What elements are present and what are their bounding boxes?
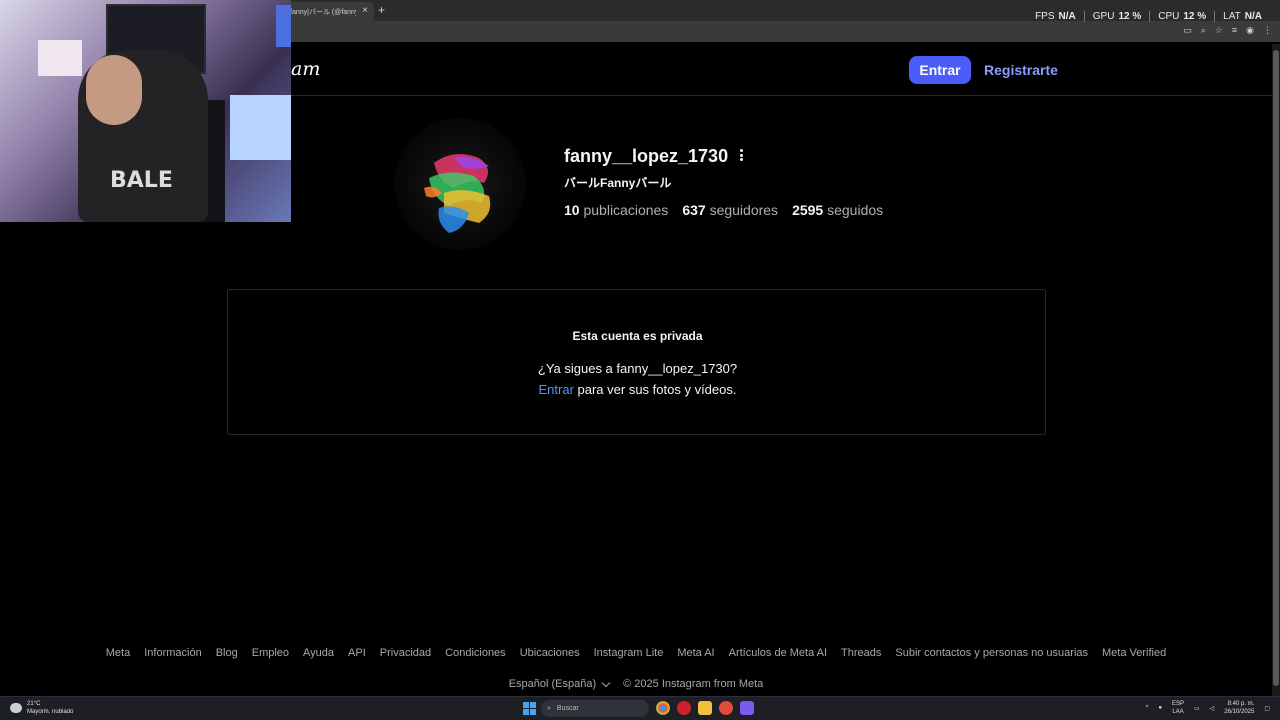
private-question: ¿Ya sigues a fanny__lopez_1730?: [537, 361, 738, 376]
instagram-header: [291, 44, 1272, 96]
footer-link-articulos-meta-ai[interactable]: Artículos de Meta AI: [729, 647, 827, 659]
footer-link-meta-ai[interactable]: Meta AI: [677, 647, 714, 659]
language-selector[interactable]: Español (España): [509, 678, 611, 690]
signup-link[interactable]: Registrarte: [984, 62, 1058, 78]
footer-link-informacion[interactable]: Información: [144, 647, 201, 659]
footer-link-meta-verified[interactable]: Meta Verified: [1102, 647, 1166, 659]
avatar-image: [394, 118, 526, 250]
tab-title: fanny|バール (@fanny__lopez_1730): [290, 8, 356, 16]
notification-icon[interactable]: ▢: [1264, 705, 1270, 712]
discord-icon[interactable]: [740, 701, 754, 715]
private-login-line: Entrar para ver sus fotos y vídeos.: [228, 382, 1047, 397]
weather-widget[interactable]: 21°C Mayorm. nublado: [10, 700, 73, 716]
microphone-icon[interactable]: ●: [1158, 705, 1162, 711]
footer-link-privacidad[interactable]: Privacidad: [380, 647, 431, 659]
stat-lat: LAT N/A: [1214, 11, 1270, 22]
footer-link-subir-contactos[interactable]: Subir contactos y personas no usuarias: [895, 647, 1088, 659]
weather-desc: Mayorm. nublado: [27, 709, 74, 715]
footer-link-empleo[interactable]: Empleo: [252, 647, 289, 659]
more-options-icon[interactable]: [736, 148, 746, 162]
stat-gpu: GPU 12 %: [1083, 11, 1149, 22]
cloud-icon: [10, 703, 22, 713]
windows-start-icon[interactable]: [523, 702, 536, 715]
chevron-up-icon[interactable]: ^: [1146, 705, 1149, 711]
footer-link-ubicaciones[interactable]: Ubicaciones: [520, 647, 580, 659]
stat-fps: FPS N/A: [1035, 11, 1076, 22]
chevron-down-icon: [601, 678, 611, 687]
system-tray: ^ ● ESP LAA ▭ ◁ 8:40 p. m. 26/10/2025 ▢: [1146, 700, 1270, 716]
footer-link-threads[interactable]: Threads: [841, 647, 881, 659]
profile-icon[interactable]: ◉: [1246, 25, 1254, 36]
copyright: © 2025 Instagram from Meta: [623, 678, 764, 690]
followers-count[interactable]: 637 seguidores: [682, 202, 778, 218]
taskbar-search-placeholder: Buscar: [556, 705, 579, 712]
login-button[interactable]: Entrar: [909, 56, 971, 84]
input-language[interactable]: ESP LAA: [1172, 700, 1184, 716]
opera-icon[interactable]: [677, 701, 691, 715]
footer-link-instagram-lite[interactable]: Instagram Lite: [594, 647, 664, 659]
profile-avatar[interactable]: [394, 118, 526, 250]
private-title: Esta cuenta es privada: [572, 329, 703, 343]
bookmark-star-icon[interactable]: ☆: [1215, 25, 1223, 36]
volume-icon[interactable]: ◁: [1210, 705, 1215, 712]
webcam-shirt-text: BALE: [110, 168, 173, 193]
scrollbar-thumb[interactable]: [1273, 50, 1279, 686]
footer-link-condiciones[interactable]: Condiciones: [445, 647, 506, 659]
cast-icon[interactable]: ▭: [1183, 25, 1192, 36]
new-tab-button[interactable]: +: [378, 3, 385, 17]
footer-bottom: Español (España) © 2025 Instagram from M…: [0, 678, 1272, 690]
chrome-icon[interactable]: [656, 701, 670, 715]
tab-close-icon[interactable]: ×: [362, 5, 368, 16]
browser-tab[interactable]: fanny|バール (@fanny__lopez_1730) ×: [282, 2, 374, 21]
menu-kebab-icon[interactable]: ⋮: [1263, 25, 1272, 36]
performance-overlay: FPS N/A GPU 12 % CPU 12 % LAT N/A: [1027, 11, 1270, 22]
webcam-overlay: BALE: [0, 0, 291, 222]
windows-taskbar: 21°C Mayorm. nublado ⌕ Buscar ^ ● ESP LAA…: [0, 696, 1280, 720]
footer-link-meta[interactable]: Meta: [106, 647, 130, 659]
page-scrollbar[interactable]: [1272, 44, 1280, 696]
chrome-alt-icon[interactable]: [719, 701, 733, 715]
instagram-logo[interactable]: am: [291, 58, 320, 80]
footer-link-api[interactable]: API: [348, 647, 366, 659]
profile-counts: 10 publicaciones 637 seguidores 2595 seg…: [564, 202, 883, 218]
network-icon[interactable]: ▭: [1194, 705, 1200, 712]
footer-link-ayuda[interactable]: Ayuda: [303, 647, 334, 659]
taskbar-apps: [656, 701, 754, 715]
extensions-icon[interactable]: ≡: [1232, 25, 1237, 36]
taskbar-search[interactable]: ⌕ Buscar: [541, 700, 649, 717]
private-login-link[interactable]: Entrar: [539, 382, 574, 397]
posts-count: 10 publicaciones: [564, 202, 669, 218]
footer-link-blog[interactable]: Blog: [216, 647, 238, 659]
file-explorer-icon[interactable]: [698, 701, 712, 715]
zoom-icon[interactable]: ⌕: [1201, 25, 1206, 36]
profile-username: fanny__lopez_1730: [564, 146, 729, 166]
profile-full-name: バールFannyバール: [564, 176, 672, 190]
footer-links: Meta Información Blog Empleo Ayuda API P…: [0, 647, 1272, 659]
private-account-notice: Esta cuenta es privada ¿Ya sigues a fann…: [227, 289, 1046, 435]
following-count[interactable]: 2595 seguidos: [792, 202, 883, 218]
clock[interactable]: 8:40 p. m. 26/10/2025: [1224, 700, 1254, 716]
stat-cpu: CPU 12 %: [1149, 11, 1214, 22]
private-login-suffix: para ver sus fotos y vídeos.: [573, 382, 737, 397]
search-icon: ⌕: [547, 704, 551, 712]
weather-temp: 21°C: [27, 701, 41, 707]
